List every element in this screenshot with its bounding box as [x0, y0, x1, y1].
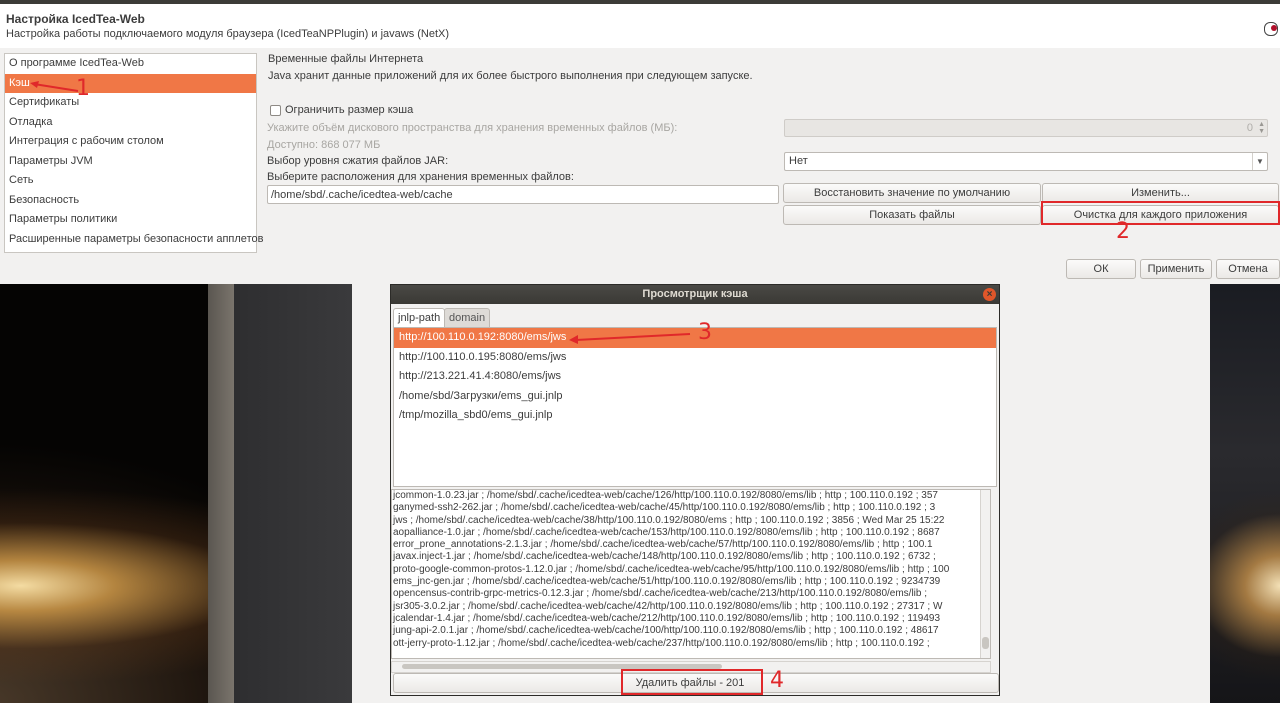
table-row[interactable]: jcalendar-1.4.jar ; /home/sbd/.cache/ice… [392, 613, 981, 625]
sidebar-item-certificates[interactable]: Сертификаты [5, 93, 256, 113]
highlight-box-4 [621, 669, 763, 695]
jar-compression-label: Выбор уровня сжатия файлов JAR: [267, 155, 449, 167]
annotation-arrow-1 [30, 81, 79, 92]
sidebar-item-debug[interactable]: Отладка [5, 113, 256, 133]
available-space-label: Доступно: 868 077 МБ [267, 139, 381, 151]
icedtea-logo-icon [1264, 22, 1278, 36]
table-row[interactable]: error_prone_annotations-2.1.3.jar ; /hom… [392, 539, 981, 551]
window-subtitle: Настройка работы подключаемого модуля бр… [6, 28, 450, 40]
vertical-scrollbar[interactable] [980, 490, 990, 658]
window-title: Настройка IcedTea-Web [6, 12, 145, 26]
apply-button[interactable]: Применить [1140, 259, 1212, 279]
change-location-button[interactable]: Изменить... [1042, 183, 1279, 203]
sidebar-item-security[interactable]: Безопасность [5, 191, 256, 211]
table-row[interactable]: ganymed-ssh2-262.jar ; /home/sbd/.cache/… [392, 502, 981, 514]
annotation-number-4: 4 [770, 668, 784, 693]
sidebar-item-desktop-integration[interactable]: Интеграция с рабочим столом [5, 132, 256, 152]
scrollbar-thumb[interactable] [982, 637, 989, 649]
disk-space-value: 0 [1246, 122, 1253, 134]
table-row[interactable]: jung-api-2.0.1.jar ; /home/sbd/.cache/ic… [392, 625, 981, 637]
table-row[interactable]: proto-google-common-protos-1.12.0.jar ; … [392, 564, 981, 576]
annotation-number-3: 3 [698, 320, 712, 345]
window-header: Настройка IcedTea-Web Настройка работы п… [0, 4, 1280, 48]
background-window-sidebar [234, 284, 352, 703]
settings-window: Настройка IcedTea-Web Настройка работы п… [0, 4, 1280, 284]
spinner-arrows-icon[interactable]: ▲ ▼ [1258, 121, 1265, 135]
list-item[interactable]: /home/sbd/Загрузки/ems_gui.jnlp [394, 387, 996, 407]
table-row[interactable]: jws ; /home/sbd/.cache/icedtea-web/cache… [392, 515, 981, 527]
list-item[interactable]: /tmp/mozilla_sbd0/ems_gui.jnlp [394, 406, 996, 426]
cancel-button[interactable]: Отмена [1216, 259, 1280, 279]
cache-location-field[interactable] [267, 185, 779, 204]
table-row[interactable]: jsr305-3.0.2.jar ; /home/sbd/.cache/iced… [392, 601, 981, 613]
tab-jnlp-path[interactable]: jnlp-path [393, 308, 446, 328]
sidebar-item-about[interactable]: О программе IcedTea-Web [5, 54, 256, 74]
close-icon[interactable]: × [983, 288, 996, 301]
cache-location-input[interactable] [268, 186, 771, 203]
ok-button[interactable]: ОК [1066, 259, 1136, 279]
background-window-edge [208, 284, 234, 703]
sidebar-item-applet-security[interactable]: Расширенные параметры безопасности аппле… [5, 230, 263, 250]
sidebar-item-policy[interactable]: Параметры политики [5, 210, 256, 230]
list-item[interactable]: http://213.221.41.4:8080/ems/jws [394, 367, 996, 387]
list-item[interactable]: http://100.110.0.192:8080/ems/jws [394, 328, 996, 348]
cache-details-list: jcommon-1.0.23.jar ; /home/sbd/.cache/ic… [391, 489, 991, 659]
chevron-down-icon[interactable]: ▼ [1252, 153, 1267, 170]
wallpaper-right [1210, 284, 1280, 703]
group-title: Временные файлы Интернета [268, 53, 424, 65]
cache-viewer-dialog: Просмотрщик кэша × jnlp-path domain http… [390, 284, 1000, 696]
sidebar-item-jvm-settings[interactable]: Параметры JVM [5, 152, 256, 172]
table-row[interactable]: aopalliance-1.0.jar ; /home/sbd/.cache/i… [392, 527, 981, 539]
disk-space-spinner[interactable]: 0 ▲ ▼ [784, 119, 1268, 137]
cache-url-list: http://100.110.0.192:8080/ems/jws http:/… [393, 327, 997, 487]
jar-compression-value: Нет [789, 155, 808, 167]
table-row[interactable]: jcommon-1.0.23.jar ; /home/sbd/.cache/ic… [392, 490, 981, 502]
dialog-title: Просмотрщик кэша [391, 285, 999, 304]
limit-cache-checkbox[interactable] [270, 105, 281, 116]
disk-space-label: Укажите объём дискового пространства для… [267, 122, 678, 134]
show-files-button[interactable]: Показать файлы [783, 205, 1041, 225]
location-label: Выберите расположения для хранения време… [267, 171, 574, 183]
table-row[interactable]: opencensus-contrib-grpc-metrics-0.12.3.j… [392, 588, 981, 600]
wallpaper-left [0, 284, 208, 703]
tab-domain[interactable]: domain [444, 308, 491, 327]
limit-cache-label: Ограничить размер кэша [285, 104, 414, 116]
table-row[interactable]: javax.inject-1.jar ; /home/sbd/.cache/ic… [392, 551, 981, 563]
sidebar-item-network[interactable]: Сеть [5, 171, 256, 191]
annotation-arrow-3 [569, 333, 691, 344]
table-row[interactable]: ott-jerry-proto-1.12.jar ; /home/sbd/.ca… [392, 638, 981, 650]
highlight-box-2 [1041, 201, 1280, 225]
table-row[interactable]: ems_jnc-gen.jar ; /home/sbd/.cache/icedt… [392, 576, 981, 588]
restore-default-button[interactable]: Восстановить значение по умолчанию [783, 183, 1041, 203]
group-description: Java хранит данные приложений для их бол… [268, 70, 753, 82]
jar-compression-select[interactable]: Нет ▼ [784, 152, 1268, 171]
list-item[interactable]: http://100.110.0.195:8080/ems/jws [394, 348, 996, 368]
annotation-number-2: 2 [1116, 219, 1130, 244]
